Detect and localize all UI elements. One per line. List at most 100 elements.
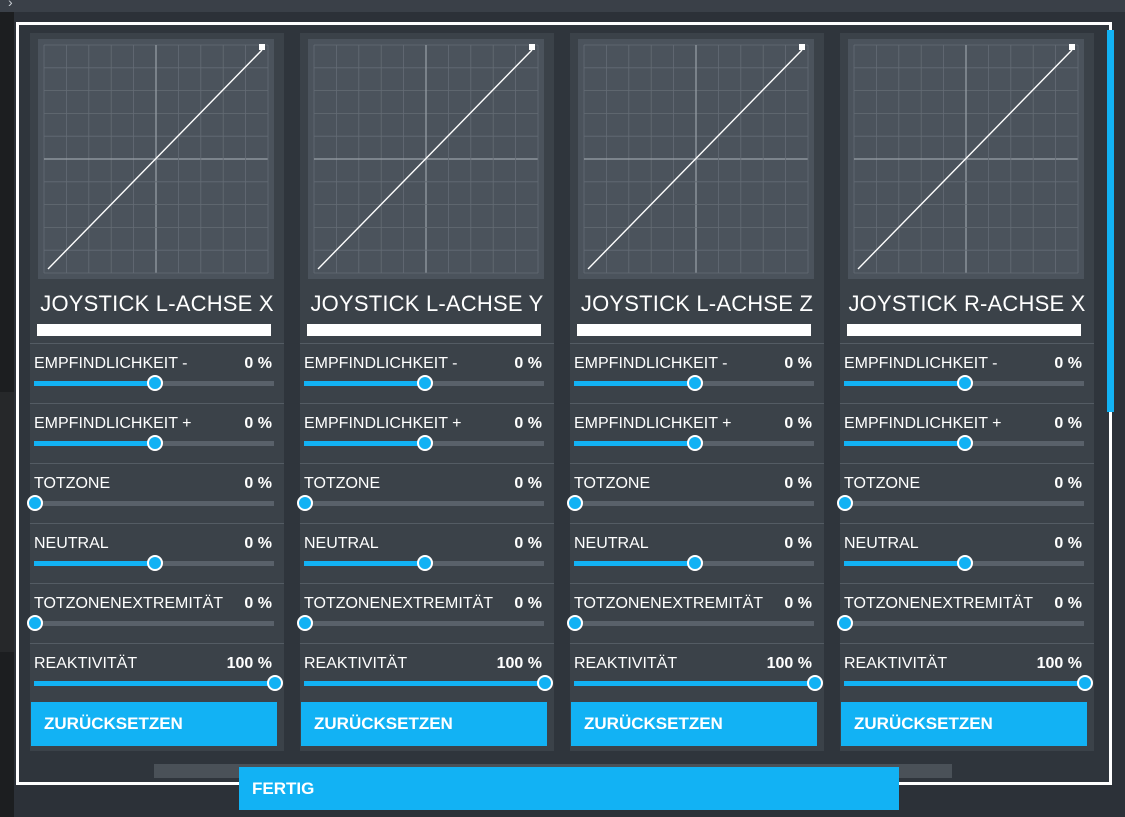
reset-button[interactable]: ZURÜCKSETZEN bbox=[31, 702, 277, 746]
setting-slider[interactable] bbox=[304, 555, 544, 571]
setting-value: 0 % bbox=[1054, 475, 1082, 492]
slider-handle[interactable] bbox=[27, 615, 43, 631]
setting-slider[interactable] bbox=[304, 675, 553, 691]
slider-handle[interactable] bbox=[567, 495, 583, 511]
scrollbar-thumb[interactable] bbox=[1107, 30, 1114, 412]
slider-fill bbox=[304, 681, 544, 686]
setting-slider[interactable] bbox=[297, 495, 544, 511]
row-divider bbox=[300, 583, 554, 584]
setting-slider[interactable] bbox=[567, 495, 814, 511]
slider-handle[interactable] bbox=[147, 555, 163, 571]
slider-handle[interactable] bbox=[567, 615, 583, 631]
setting-slider[interactable] bbox=[27, 495, 274, 511]
slider-fill bbox=[574, 561, 694, 566]
row-divider bbox=[840, 343, 1094, 344]
setting-row: NEUTRAL 0 % bbox=[570, 523, 824, 583]
axis-title: JOYSTICK L-ACHSE X bbox=[40, 291, 274, 316]
setting-label: NEUTRAL bbox=[34, 535, 109, 552]
slider-handle[interactable] bbox=[417, 375, 433, 391]
setting-slider[interactable] bbox=[34, 675, 283, 691]
slider-handle[interactable] bbox=[147, 435, 163, 451]
slider-fill bbox=[304, 441, 424, 446]
setting-slider[interactable] bbox=[844, 555, 1084, 571]
axis-name-field[interactable] bbox=[847, 324, 1081, 336]
setting-label: TOTZONENEXTREMITÄT bbox=[574, 595, 764, 612]
setting-slider[interactable] bbox=[567, 615, 814, 631]
response-curve-svg bbox=[583, 44, 809, 274]
slider-fill bbox=[574, 441, 694, 446]
row-divider bbox=[570, 523, 824, 524]
row-divider bbox=[840, 643, 1094, 644]
setting-row: TOTZONE 0 % bbox=[567, 463, 824, 523]
setting-slider[interactable] bbox=[34, 375, 274, 391]
setting-row: EMPFINDLICHKEIT - 0 % bbox=[300, 343, 554, 403]
reset-button[interactable]: ZURÜCKSETZEN bbox=[301, 702, 547, 746]
slider-handle[interactable] bbox=[957, 555, 973, 571]
setting-row: EMPFINDLICHKEIT - 0 % bbox=[570, 343, 824, 403]
slider-handle[interactable] bbox=[807, 675, 823, 691]
slider-handle[interactable] bbox=[687, 435, 703, 451]
setting-slider[interactable] bbox=[844, 435, 1084, 451]
setting-label: TOTZONE bbox=[34, 475, 111, 492]
done-button[interactable]: FERTIG bbox=[239, 767, 899, 810]
slider-handle[interactable] bbox=[957, 435, 973, 451]
slider-fill bbox=[304, 381, 424, 386]
setting-slider[interactable] bbox=[27, 615, 274, 631]
setting-slider[interactable] bbox=[304, 375, 544, 391]
row-divider bbox=[300, 523, 554, 524]
reset-button[interactable]: ZURÜCKSETZEN bbox=[571, 702, 817, 746]
setting-slider[interactable] bbox=[297, 615, 544, 631]
setting-value: 0 % bbox=[784, 415, 812, 432]
reset-button[interactable]: ZURÜCKSETZEN bbox=[841, 702, 1087, 746]
setting-label: EMPFINDLICHKEIT - bbox=[574, 355, 728, 372]
setting-label: EMPFINDLICHKEIT - bbox=[844, 355, 998, 372]
setting-slider[interactable] bbox=[34, 555, 274, 571]
setting-slider[interactable] bbox=[837, 615, 1084, 631]
setting-label: EMPFINDLICHKEIT + bbox=[574, 415, 732, 432]
slider-handle[interactable] bbox=[297, 615, 313, 631]
setting-slider[interactable] bbox=[844, 675, 1093, 691]
setting-label: REAKTIVITÄT bbox=[574, 655, 678, 672]
setting-row: REAKTIVITÄT 100 % bbox=[570, 643, 824, 703]
setting-value: 0 % bbox=[784, 535, 812, 552]
slider-fill bbox=[844, 441, 964, 446]
setting-label: REAKTIVITÄT bbox=[34, 655, 138, 672]
slider-handle[interactable] bbox=[417, 435, 433, 451]
slider-handle[interactable] bbox=[687, 555, 703, 571]
curve-endpoint-marker bbox=[799, 44, 805, 50]
setting-slider[interactable] bbox=[844, 375, 1084, 391]
slider-fill bbox=[574, 381, 694, 386]
setting-value: 0 % bbox=[514, 535, 542, 552]
setting-value: 100 % bbox=[496, 655, 542, 672]
slider-handle[interactable] bbox=[537, 675, 553, 691]
setting-slider[interactable] bbox=[34, 435, 274, 451]
slider-handle[interactable] bbox=[147, 375, 163, 391]
axis-title: JOYSTICK L-ACHSE Z bbox=[580, 291, 814, 316]
slider-handle[interactable] bbox=[957, 375, 973, 391]
setting-row: EMPFINDLICHKEIT - 0 % bbox=[840, 343, 1094, 403]
slider-handle[interactable] bbox=[267, 675, 283, 691]
slider-handle[interactable] bbox=[417, 555, 433, 571]
setting-value: 0 % bbox=[244, 475, 272, 492]
setting-slider[interactable] bbox=[574, 435, 814, 451]
setting-value: 0 % bbox=[514, 595, 542, 612]
setting-slider[interactable] bbox=[574, 675, 823, 691]
slider-handle[interactable] bbox=[27, 495, 43, 511]
slider-handle[interactable] bbox=[1077, 675, 1093, 691]
slider-handle[interactable] bbox=[687, 375, 703, 391]
slider-handle[interactable] bbox=[297, 495, 313, 511]
axis-name-field[interactable] bbox=[307, 324, 541, 336]
curve-endpoint-marker bbox=[259, 44, 265, 50]
response-curve-graph bbox=[308, 39, 544, 279]
axis-name-field[interactable] bbox=[577, 324, 811, 336]
axis-name-field[interactable] bbox=[37, 324, 271, 336]
slider-handle[interactable] bbox=[837, 495, 853, 511]
setting-slider[interactable] bbox=[304, 435, 544, 451]
response-curve-graph bbox=[38, 39, 274, 279]
setting-label: TOTZONE bbox=[844, 475, 921, 492]
setting-slider[interactable] bbox=[574, 375, 814, 391]
setting-slider[interactable] bbox=[837, 495, 1084, 511]
slider-handle[interactable] bbox=[837, 615, 853, 631]
setting-value: 0 % bbox=[784, 355, 812, 372]
setting-slider[interactable] bbox=[574, 555, 814, 571]
